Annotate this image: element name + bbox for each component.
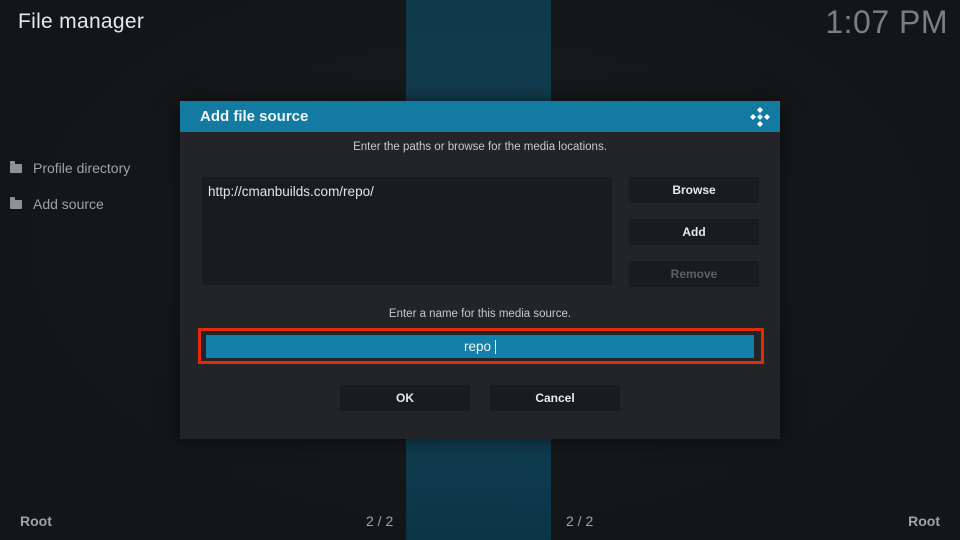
path-list[interactable]: http://cmanbuilds.com/repo/ — [202, 177, 612, 285]
media-source-name-input[interactable]: repo — [206, 335, 754, 358]
remove-button[interactable]: Remove — [629, 261, 759, 287]
sidebar-item-add-source[interactable]: Add source — [10, 186, 130, 222]
dialog-title: Add file source — [200, 108, 309, 125]
sidebar-item-label: Profile directory — [33, 160, 131, 176]
kodi-logo-icon — [750, 107, 770, 127]
ok-button[interactable]: OK — [340, 385, 470, 411]
app-title: File manager — [18, 10, 145, 33]
footer-root-right: Root — [908, 513, 940, 529]
browse-button[interactable]: Browse — [629, 177, 759, 203]
footer-count-right: 2 / 2 — [566, 513, 594, 529]
footer-count-left: 2 / 2 — [366, 513, 394, 529]
cancel-button[interactable]: Cancel — [490, 385, 620, 411]
add-file-source-dialog: Add file source Enter the paths or brows… — [180, 101, 780, 439]
name-instruction: Enter a name for this media source. — [388, 308, 572, 320]
paths-instruction: Enter the paths or browse for the media … — [353, 141, 607, 153]
folder-icon — [10, 196, 22, 209]
name-input-value: repo — [463, 339, 492, 354]
clock: 1:07 PM — [825, 4, 948, 40]
sidebar-item-profile-directory[interactable]: Profile directory — [10, 150, 130, 186]
add-button[interactable]: Add — [629, 219, 759, 245]
path-entry[interactable]: http://cmanbuilds.com/repo/ — [208, 184, 374, 199]
folder-icon — [10, 160, 22, 173]
sidebar-item-label: Add source — [33, 196, 104, 212]
text-caret — [495, 339, 497, 354]
sidebar: Profile directory Add source — [10, 150, 130, 222]
dialog-header: Add file source — [180, 101, 780, 132]
footer-root-left: Root — [20, 513, 52, 529]
